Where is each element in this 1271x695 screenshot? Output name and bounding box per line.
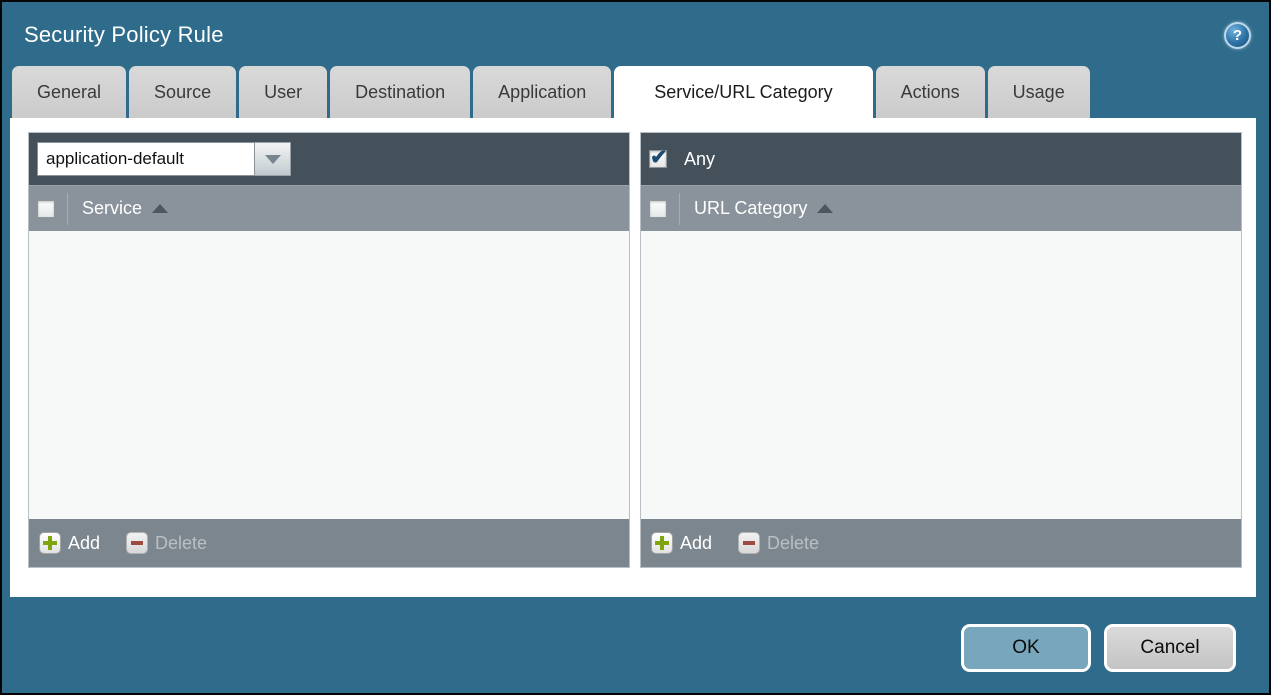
sort-ascending-icon (152, 204, 169, 213)
any-checkbox[interactable] (649, 145, 668, 170)
service-type-dropdown-button[interactable] (255, 142, 291, 176)
chevron-down-icon (264, 154, 281, 164)
dialog-title: Security Policy Rule (24, 22, 224, 47)
tab-application[interactable]: Application (473, 66, 612, 118)
url-category-add-button[interactable]: Add (651, 532, 712, 554)
column-divider (679, 192, 680, 225)
url-category-list (641, 231, 1241, 519)
add-plus-icon (39, 532, 61, 554)
add-plus-icon (651, 532, 673, 554)
service-panel-header (29, 133, 629, 185)
url-category-delete-button[interactable]: Delete (738, 532, 819, 554)
dialog-actions: OK Cancel (961, 624, 1236, 672)
service-column-header[interactable]: Service (29, 185, 629, 231)
service-select-all-checkbox[interactable] (37, 199, 55, 218)
sort-ascending-icon (817, 204, 834, 213)
tab-content: Service Add Delete (10, 118, 1256, 597)
security-policy-rule-dialog: Security Policy Rule ? General Source Us… (0, 0, 1271, 695)
url-category-panel: Any URL Category Add Delete (640, 132, 1242, 568)
tab-general[interactable]: General (12, 66, 127, 118)
cancel-button[interactable]: Cancel (1104, 624, 1236, 672)
tab-user[interactable]: User (239, 66, 328, 118)
titlebar: Security Policy Rule ? (2, 2, 1269, 64)
delete-minus-icon (738, 532, 761, 554)
service-list (29, 231, 629, 519)
help-icon[interactable]: ? (1224, 21, 1251, 49)
tab-source[interactable]: Source (129, 66, 237, 118)
url-category-panel-footer: Add Delete (641, 519, 1241, 567)
service-delete-button[interactable]: Delete (126, 532, 207, 554)
ok-button[interactable]: OK (961, 624, 1091, 672)
url-category-column-label: URL Category (694, 198, 808, 218)
column-divider (67, 192, 68, 225)
tab-service-url-category[interactable]: Service/URL Category (614, 66, 873, 118)
url-category-column-header[interactable]: URL Category (641, 185, 1241, 231)
service-panel: Service Add Delete (28, 132, 630, 568)
any-label: Any (684, 148, 716, 169)
panels-row: Service Add Delete (28, 132, 1242, 568)
tab-bar: General Source User Destination Applicat… (2, 64, 1269, 118)
tab-actions[interactable]: Actions (875, 66, 985, 118)
delete-minus-icon (126, 532, 149, 554)
service-column-label: Service (82, 198, 143, 218)
service-add-button[interactable]: Add (39, 532, 100, 554)
url-category-panel-header: Any (641, 133, 1241, 185)
service-panel-footer: Add Delete (29, 519, 629, 567)
url-category-select-all-checkbox[interactable] (649, 199, 667, 218)
service-type-input[interactable] (37, 142, 255, 176)
tab-destination[interactable]: Destination (330, 66, 471, 118)
tab-usage[interactable]: Usage (987, 66, 1090, 118)
service-type-combobox (37, 142, 291, 176)
